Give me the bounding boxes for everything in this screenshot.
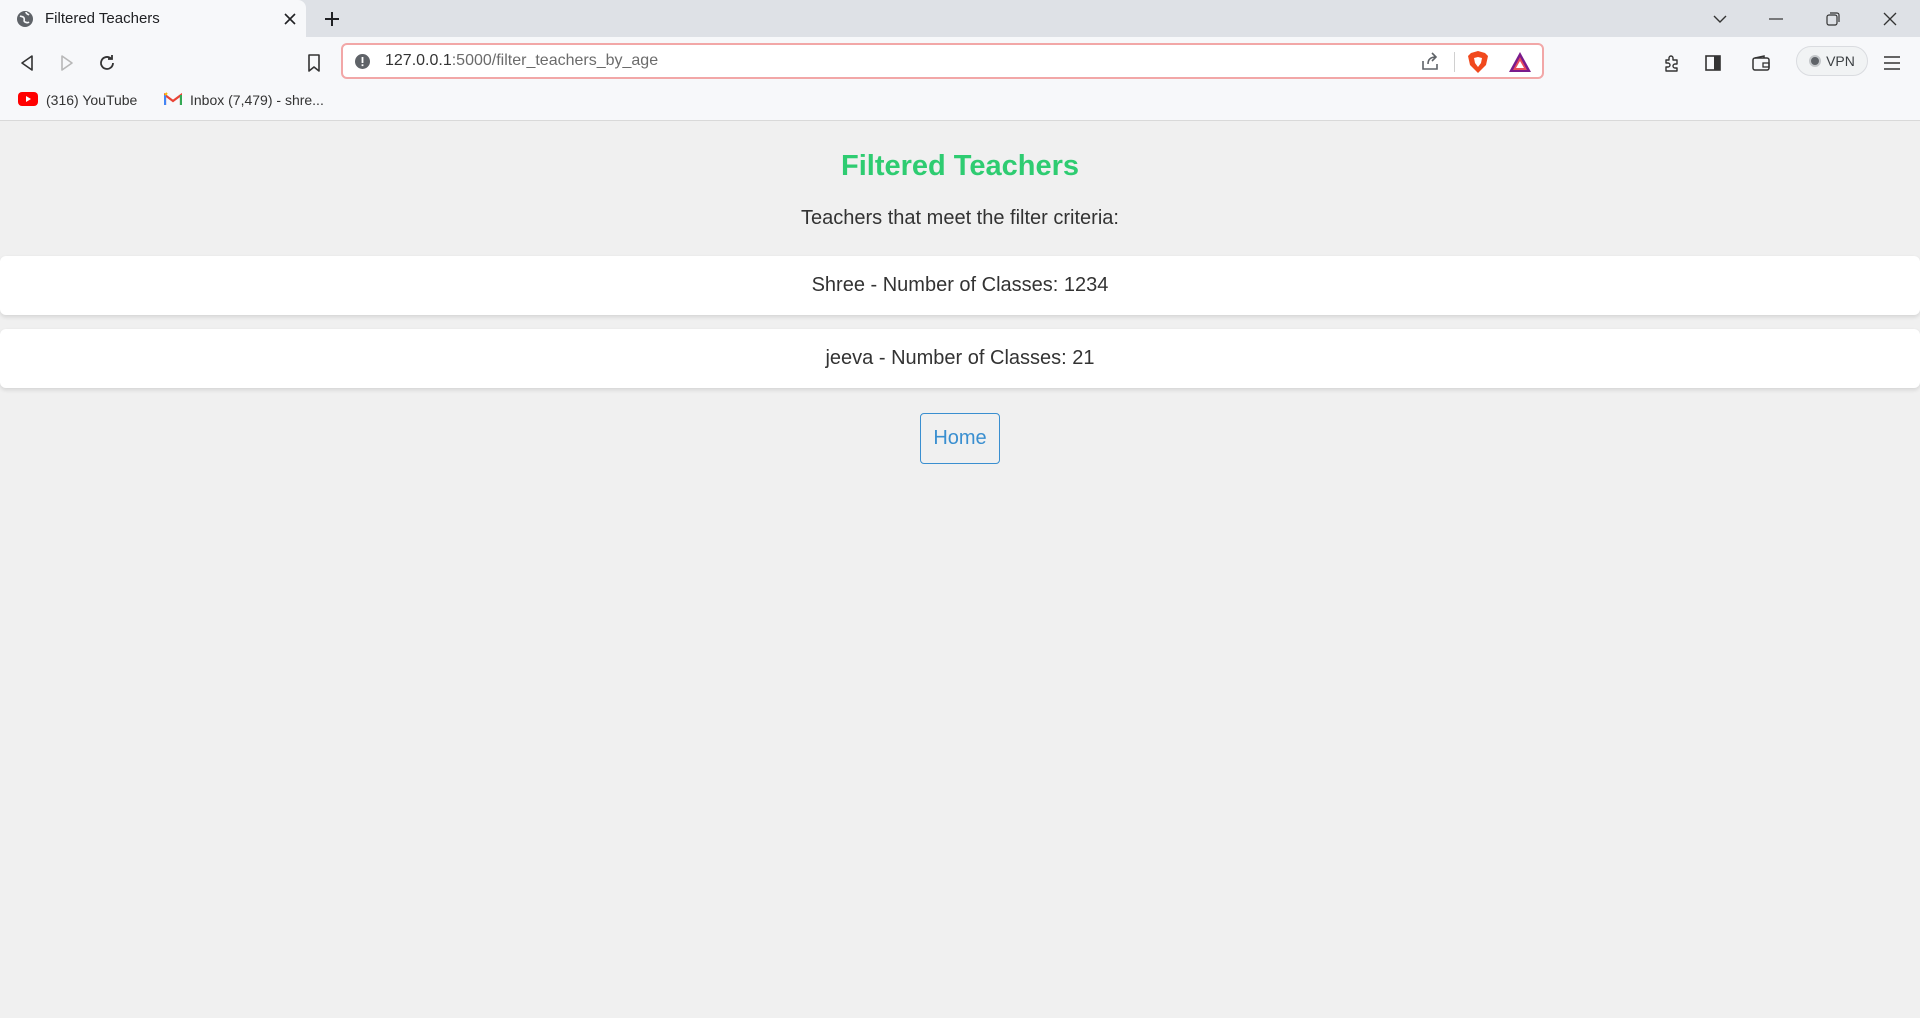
- new-tab-icon[interactable]: [320, 7, 344, 31]
- vpn-status-icon: [1809, 55, 1822, 67]
- brave-shields-icon[interactable]: [1467, 50, 1489, 74]
- tab-search-icon[interactable]: [1692, 0, 1748, 37]
- url-text: 127.0.0.1:5000/filter_teachers_by_age: [385, 52, 658, 70]
- page-content: Filtered Teachers Teachers that meet the…: [0, 122, 1920, 1018]
- close-tab-icon[interactable]: [280, 9, 300, 29]
- teacher-text: jeeva - Number of Classes: 21: [825, 347, 1095, 369]
- share-icon[interactable]: [1419, 51, 1441, 73]
- teacher-card: jeeva - Number of Classes: 21: [0, 329, 1920, 388]
- minimize-icon[interactable]: [1748, 0, 1804, 37]
- teacher-card: Shree - Number of Classes: 1234: [0, 256, 1920, 315]
- menu-icon[interactable]: [1877, 48, 1907, 78]
- brave-rewards-icon[interactable]: [1508, 51, 1532, 73]
- page-title: Filtered Teachers: [840, 150, 1079, 182]
- omnibox-divider: [1454, 52, 1455, 72]
- sidebar-icon[interactable]: [1698, 48, 1728, 78]
- globe-icon: [16, 10, 34, 28]
- reload-icon[interactable]: [92, 48, 122, 78]
- bookmark-label: (316) YouTube: [46, 92, 138, 108]
- bookmark-label: Inbox (7,479) - shre...: [190, 92, 324, 108]
- vpn-button[interactable]: VPN: [1796, 46, 1868, 76]
- browser-toolbar: 127.0.0.1:5000/filter_teachers_by_age VP…: [0, 37, 1920, 121]
- teacher-text: Shree - Number of Classes: 1234: [811, 274, 1109, 296]
- close-window-icon[interactable]: [1862, 0, 1918, 37]
- vpn-label: VPN: [1826, 53, 1855, 69]
- forward-icon[interactable]: [52, 48, 82, 78]
- extensions-icon[interactable]: [1657, 48, 1687, 78]
- gmail-icon: [163, 91, 183, 109]
- address-bar[interactable]: 127.0.0.1:5000/filter_teachers_by_age: [341, 43, 1544, 79]
- back-icon[interactable]: [12, 48, 42, 78]
- site-info-icon[interactable]: [355, 54, 370, 69]
- url-path: :5000/filter_teachers_by_age: [451, 52, 659, 69]
- home-button[interactable]: Home: [920, 413, 1000, 464]
- browser-tab[interactable]: Filtered Teachers: [0, 0, 306, 37]
- page-subtitle: Teachers that meet the filter criteria:: [801, 207, 1119, 229]
- bookmark-youtube[interactable]: (316) YouTube: [18, 90, 137, 110]
- wallet-icon[interactable]: [1746, 48, 1776, 78]
- url-host: 127.0.0.1: [385, 52, 452, 69]
- restore-icon[interactable]: [1805, 0, 1861, 37]
- bookmark-icon[interactable]: [299, 48, 329, 78]
- youtube-icon: [18, 91, 38, 109]
- tab-strip: Filtered Teachers: [0, 0, 1920, 37]
- tab-title: Filtered Teachers: [45, 10, 160, 27]
- bookmark-gmail[interactable]: Inbox (7,479) - shre...: [163, 90, 324, 110]
